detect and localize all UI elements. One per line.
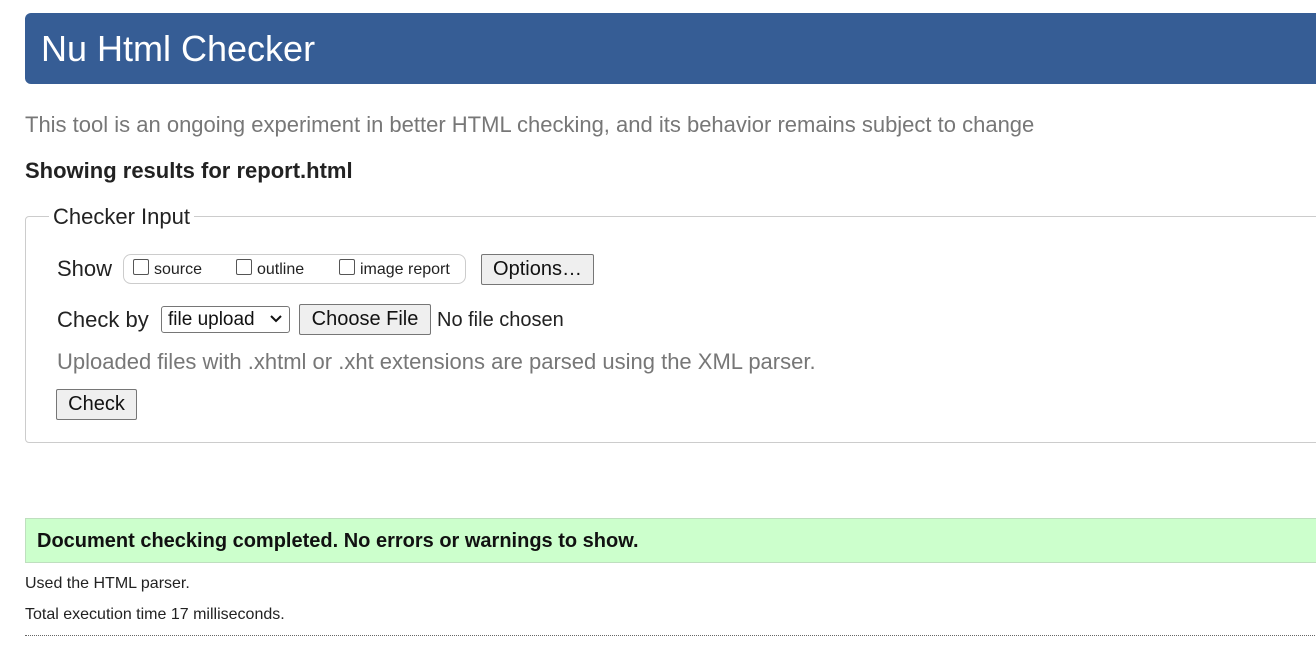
parser-note: Used the HTML parser.: [25, 575, 190, 592]
checker-input-legend: Checker Input: [49, 203, 194, 231]
show-options-group: source outline image report: [123, 254, 466, 284]
image-report-checkbox-label: image report: [360, 261, 450, 278]
source-checkbox[interactable]: [133, 259, 149, 275]
outline-checkbox[interactable]: [236, 259, 252, 275]
outline-checkbox-label: outline: [257, 261, 305, 278]
source-checkbox-label: source: [154, 261, 203, 278]
xml-parser-hint: Uploaded files with .xhtml or .xht exten…: [57, 349, 816, 374]
file-status-text: No file chosen: [437, 309, 564, 331]
show-image-report-option[interactable]: image report: [339, 259, 450, 281]
page: Nu Html Checker This tool is an ongoing …: [0, 0, 1316, 666]
check-by-selected-value: file upload: [168, 308, 255, 330]
chevron-down-icon: [270, 315, 282, 323]
results-heading: Showing results for report.html: [25, 158, 353, 183]
execution-time: Total execution time 17 milliseconds.: [25, 606, 285, 623]
show-outline-option[interactable]: outline: [236, 259, 304, 281]
show-label: Show: [57, 256, 113, 281]
check-by-label: Check by: [57, 307, 149, 332]
options-button[interactable]: Options…: [481, 254, 594, 285]
divider: [25, 635, 1316, 636]
image-report-checkbox[interactable]: [339, 259, 355, 275]
success-message-box: Document checking completed. No errors o…: [25, 518, 1316, 563]
choose-file-button[interactable]: Choose File: [299, 304, 431, 335]
header-banner: Nu Html Checker: [25, 13, 1316, 84]
show-source-option[interactable]: source: [133, 259, 202, 281]
check-button[interactable]: Check: [56, 389, 137, 420]
check-by-select[interactable]: file upload: [161, 306, 290, 333]
checker-input-fieldset: Checker Input Show source outline image …: [25, 203, 1316, 443]
success-message: Document checking completed. No errors o…: [37, 530, 639, 552]
page-title: Nu Html Checker: [41, 28, 316, 69]
intro-text: This tool is an ongoing experiment in be…: [25, 112, 1035, 137]
